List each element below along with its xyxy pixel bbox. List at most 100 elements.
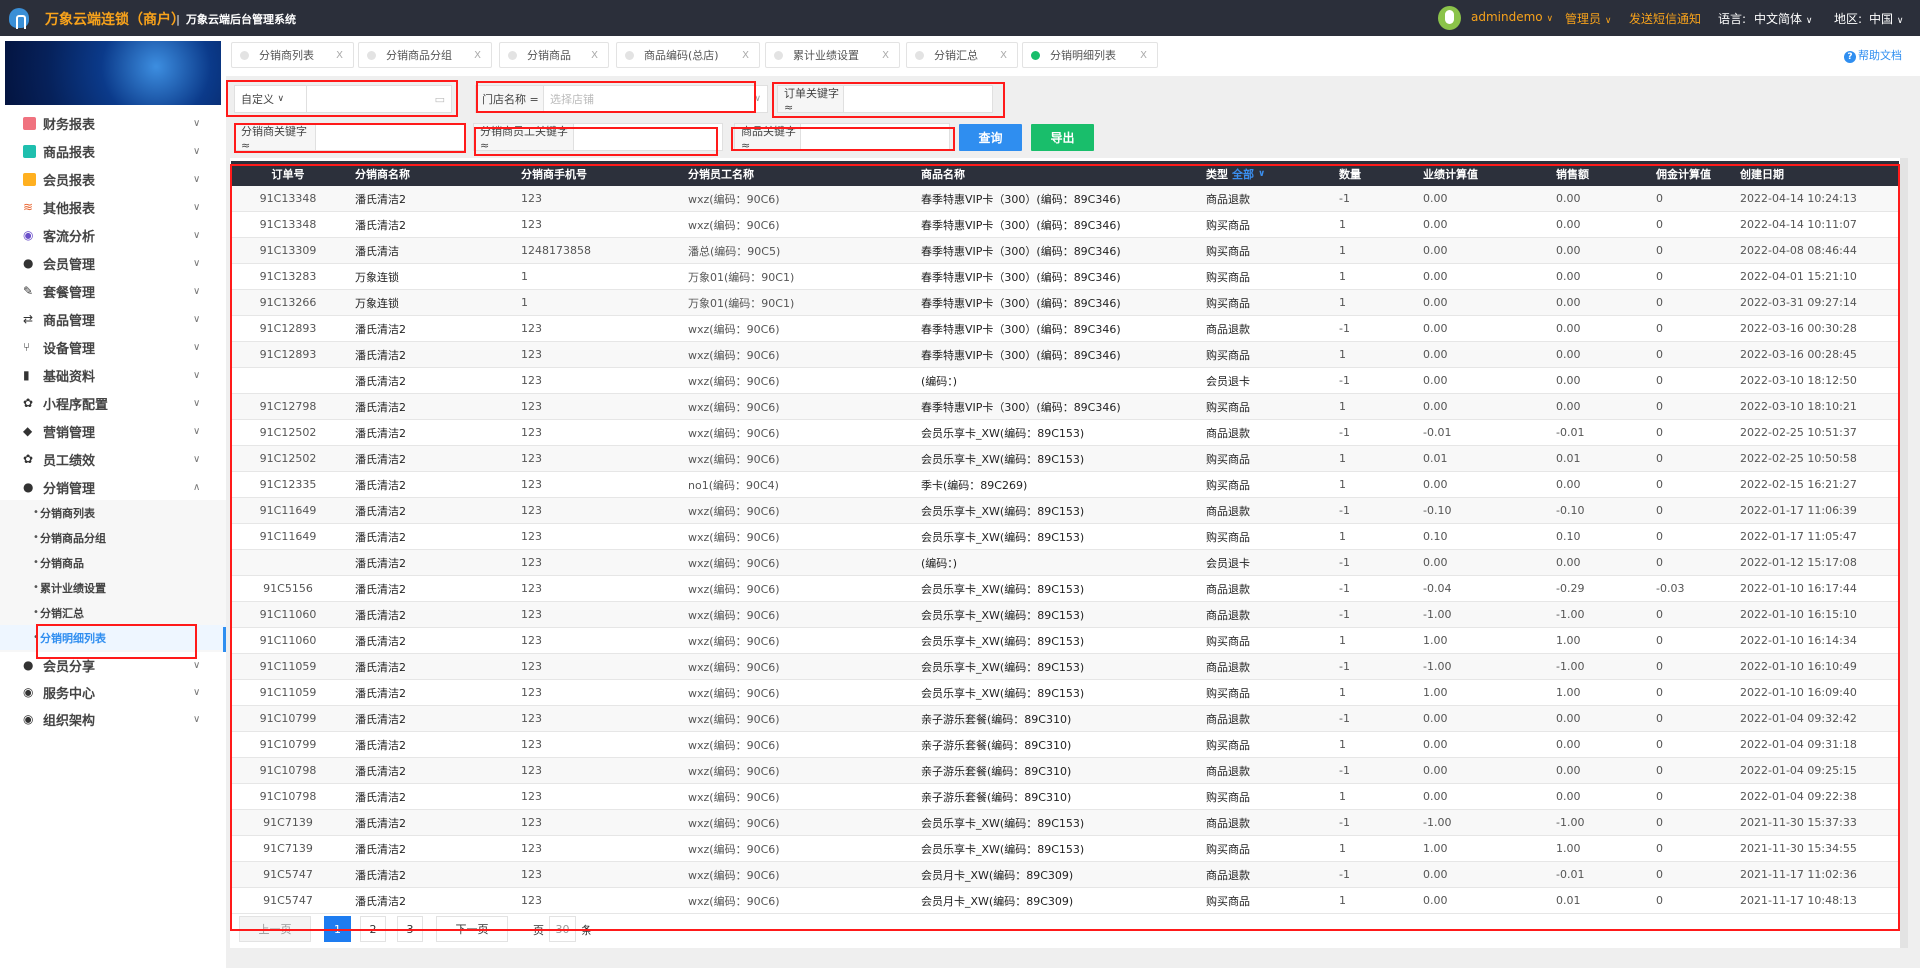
table-row[interactable]: 91C11059 潘氏清洁2 123 wxz(编码：90C6) 会员乐享卡_XW(编码：… <box>231 680 1899 706</box>
table-cell-8: 1.00 <box>1556 842 1581 855</box>
table-row[interactable]: 91C5156 潘氏清洁2 123 wxz(编码：90C6) 会员乐享卡_XW(编码：8… <box>231 576 1899 602</box>
table-cell-6: 1 <box>1339 478 1346 491</box>
table-cell-6: -1 <box>1339 504 1350 517</box>
table-cell-10: 2021-11-17 11:02:36 <box>1740 868 1857 881</box>
page-button[interactable]: 3 <box>397 916 423 942</box>
table-cell-0: 91C13266 <box>259 296 317 309</box>
table-cell-6: -1 <box>1339 712 1350 725</box>
table-cell-10: 2022-01-10 16:14:34 <box>1740 634 1857 647</box>
table-row[interactable]: 91C7139 潘氏清洁2 123 wxz(编码：90C6) 会员乐享卡_XW(编码：8… <box>231 836 1899 862</box>
table-row[interactable]: 91C10798 潘氏清洁2 123 wxz(编码：90C6) 亲子游乐套餐(编码：89… <box>231 758 1899 784</box>
table-row[interactable]: 91C12893 潘氏清洁2 123 wxz(编码：90C6) 春季特惠VIP卡（300… <box>231 342 1899 368</box>
table-cell-2: 123 <box>521 556 542 569</box>
table-row[interactable]: 91C12335 潘氏清洁2 123 no1(编码：90C4) 季卡(编码：89C269… <box>231 472 1899 498</box>
table-cell-1: 潘氏清洁2 <box>355 426 406 440</box>
table-cell-6: 1 <box>1339 296 1346 309</box>
table-cell-9: 0 <box>1656 478 1663 491</box>
table-cell-8: 0.00 <box>1556 270 1581 283</box>
table-cell-9: 0 <box>1656 374 1663 387</box>
table-cell-5: 购买商品 <box>1206 842 1250 856</box>
table-cell-0: 91C12502 <box>259 426 317 439</box>
table-row[interactable]: 潘氏清洁2 123 wxz(编码：90C6) (编码：) 会员退卡 -1 0.00 0.00 0… <box>231 368 1899 394</box>
table-cell-3: wxz(编码：90C6) <box>688 660 780 674</box>
table-cell-4: 春季特惠VIP卡（300）(编码：89C346) <box>921 244 1121 258</box>
table-cell-0: 91C10799 <box>259 712 317 725</box>
table-cell-5: 商品退款 <box>1206 192 1250 206</box>
table-cell-1: 潘氏清洁2 <box>355 816 406 830</box>
table-cell-9: 0 <box>1656 322 1663 335</box>
next-page-button[interactable]: 下一页 <box>436 916 508 942</box>
table-row[interactable]: 91C11649 潘氏清洁2 123 wxz(编码：90C6) 会员乐享卡_XW(编码：… <box>231 498 1899 524</box>
table-cell-0: 91C12798 <box>259 400 317 413</box>
table-cell-8: 0.00 <box>1556 322 1581 335</box>
table-row[interactable]: 91C13266 万象连锁 1 万象01(编码：90C1) 春季特惠VIP卡（300）(… <box>231 290 1899 316</box>
table-cell-2: 123 <box>521 218 542 231</box>
per-page-input[interactable]: 30 <box>549 916 576 942</box>
table-cell-10: 2022-01-04 09:22:38 <box>1740 790 1857 803</box>
table-cell-10: 2022-01-17 11:06:39 <box>1740 504 1857 517</box>
table-cell-3: wxz(编码：90C6) <box>688 608 780 622</box>
table-cell-9: 0 <box>1656 270 1663 283</box>
table-cell-7: 1.00 <box>1423 686 1448 699</box>
table-cell-5: 购买商品 <box>1206 296 1250 310</box>
table-cell-7: 0.10 <box>1423 530 1448 543</box>
table-cell-8: 1.00 <box>1556 686 1581 699</box>
table-row[interactable]: 潘氏清洁2 123 wxz(编码：90C6) (编码：) 会员退卡 -1 0.00 0.00 0… <box>231 550 1899 576</box>
table-row[interactable]: 91C12502 潘氏清洁2 123 wxz(编码：90C6) 会员乐享卡_XW(编码：… <box>231 420 1899 446</box>
table-cell-2: 1248173858 <box>521 244 591 257</box>
table-row[interactable]: 91C11060 潘氏清洁2 123 wxz(编码：90C6) 会员乐享卡_XW(编码：… <box>231 602 1899 628</box>
table-row[interactable]: 91C7139 潘氏清洁2 123 wxz(编码：90C6) 会员乐享卡_XW(编码：8… <box>231 810 1899 836</box>
table-row[interactable]: 91C11059 潘氏清洁2 123 wxz(编码：90C6) 会员乐享卡_XW(编码：… <box>231 654 1899 680</box>
table-row[interactable]: 91C5747 潘氏清洁2 123 wxz(编码：90C6) 会员月卡_XW(编码：89… <box>231 888 1899 914</box>
table-row[interactable]: 91C10798 潘氏清洁2 123 wxz(编码：90C6) 亲子游乐套餐(编码：89… <box>231 784 1899 810</box>
table-cell-4: 会员乐享卡_XW(编码：89C153) <box>921 816 1085 830</box>
table-cell-8: 0.00 <box>1556 218 1581 231</box>
table-cell-3: wxz(编码：90C6) <box>688 322 780 336</box>
table-cell-4: 春季特惠VIP卡（300）(编码：89C346) <box>921 296 1121 310</box>
table-cell-8: 0.00 <box>1556 478 1581 491</box>
table-cell-8: 0.10 <box>1556 530 1581 543</box>
table-row[interactable]: 91C12502 潘氏清洁2 123 wxz(编码：90C6) 会员乐享卡_XW(编码：… <box>231 446 1899 472</box>
table-cell-7: -0.01 <box>1423 426 1452 439</box>
table-cell-7: 0.00 <box>1423 270 1448 283</box>
table-cell-6: 1 <box>1339 218 1346 231</box>
table-cell-8: 0.01 <box>1556 894 1581 907</box>
table-cell-4: (编码：) <box>921 374 958 388</box>
table-cell-9: 0 <box>1656 244 1663 257</box>
table-row[interactable]: 91C12798 潘氏清洁2 123 wxz(编码：90C6) 春季特惠VIP卡（300… <box>231 394 1899 420</box>
table-row[interactable]: 91C10799 潘氏清洁2 123 wxz(编码：90C6) 亲子游乐套餐(编码：89… <box>231 732 1899 758</box>
table-row[interactable]: 91C13283 万象连锁 1 万象01(编码：90C1) 春季特惠VIP卡（300）(… <box>231 264 1899 290</box>
table-cell-10: 2022-01-10 16:09:40 <box>1740 686 1857 699</box>
table-row[interactable]: 91C13348 潘氏清洁2 123 wxz(编码：90C6) 春季特惠VIP卡（300… <box>231 186 1899 212</box>
table-cell-7: 0.00 <box>1423 894 1448 907</box>
table-cell-6: 1 <box>1339 452 1346 465</box>
table-row[interactable]: 91C13348 潘氏清洁2 123 wxz(编码：90C6) 春季特惠VIP卡（300… <box>231 212 1899 238</box>
table-cell-7: 1.00 <box>1423 842 1448 855</box>
table-cell-0: 91C12893 <box>259 348 317 361</box>
table-cell-7: 0.00 <box>1423 322 1448 335</box>
table-cell-4: 亲子游乐套餐(编码：89C310) <box>921 790 1072 804</box>
table-row[interactable]: 91C11649 潘氏清洁2 123 wxz(编码：90C6) 会员乐享卡_XW(编码：… <box>231 524 1899 550</box>
table-cell-0: 91C5156 <box>263 582 313 595</box>
table-cell-2: 123 <box>521 634 542 647</box>
page-button[interactable]: 1 <box>324 916 351 942</box>
table-cell-10: 2022-03-16 00:28:45 <box>1740 348 1857 361</box>
table-row[interactable]: 91C11060 潘氏清洁2 123 wxz(编码：90C6) 会员乐享卡_XW(编码：… <box>231 628 1899 654</box>
table-row[interactable]: 91C5747 潘氏清洁2 123 wxz(编码：90C6) 会员月卡_XW(编码：89… <box>231 862 1899 888</box>
table-cell-2: 1 <box>521 296 528 309</box>
prev-page-button[interactable]: 上一页 <box>239 916 311 942</box>
table-row[interactable]: 91C13309 潘氏清洁 1248173858 潘总(编码：90C5) 春季特惠VIP… <box>231 238 1899 264</box>
table-cell-2: 123 <box>521 816 542 829</box>
table-cell-5: 购买商品 <box>1206 452 1250 466</box>
table-row[interactable]: 91C12893 潘氏清洁2 123 wxz(编码：90C6) 春季特惠VIP卡（300… <box>231 316 1899 342</box>
table-row[interactable]: 91C10799 潘氏清洁2 123 wxz(编码：90C6) 亲子游乐套餐(编码：89… <box>231 706 1899 732</box>
table-cell-3: no1(编码：90C4) <box>688 478 779 492</box>
table-cell-0: 91C7139 <box>263 842 313 855</box>
table-cell-4: 会员乐享卡_XW(编码：89C153) <box>921 608 1085 622</box>
table-cell-1: 潘氏清洁2 <box>355 322 406 336</box>
table-cell-3: wxz(编码：90C6) <box>688 400 780 414</box>
page-button[interactable]: 2 <box>360 916 386 942</box>
table-cell-7: 0.00 <box>1423 296 1448 309</box>
table-cell-2: 123 <box>521 764 542 777</box>
table-cell-7: 0.00 <box>1423 348 1448 361</box>
